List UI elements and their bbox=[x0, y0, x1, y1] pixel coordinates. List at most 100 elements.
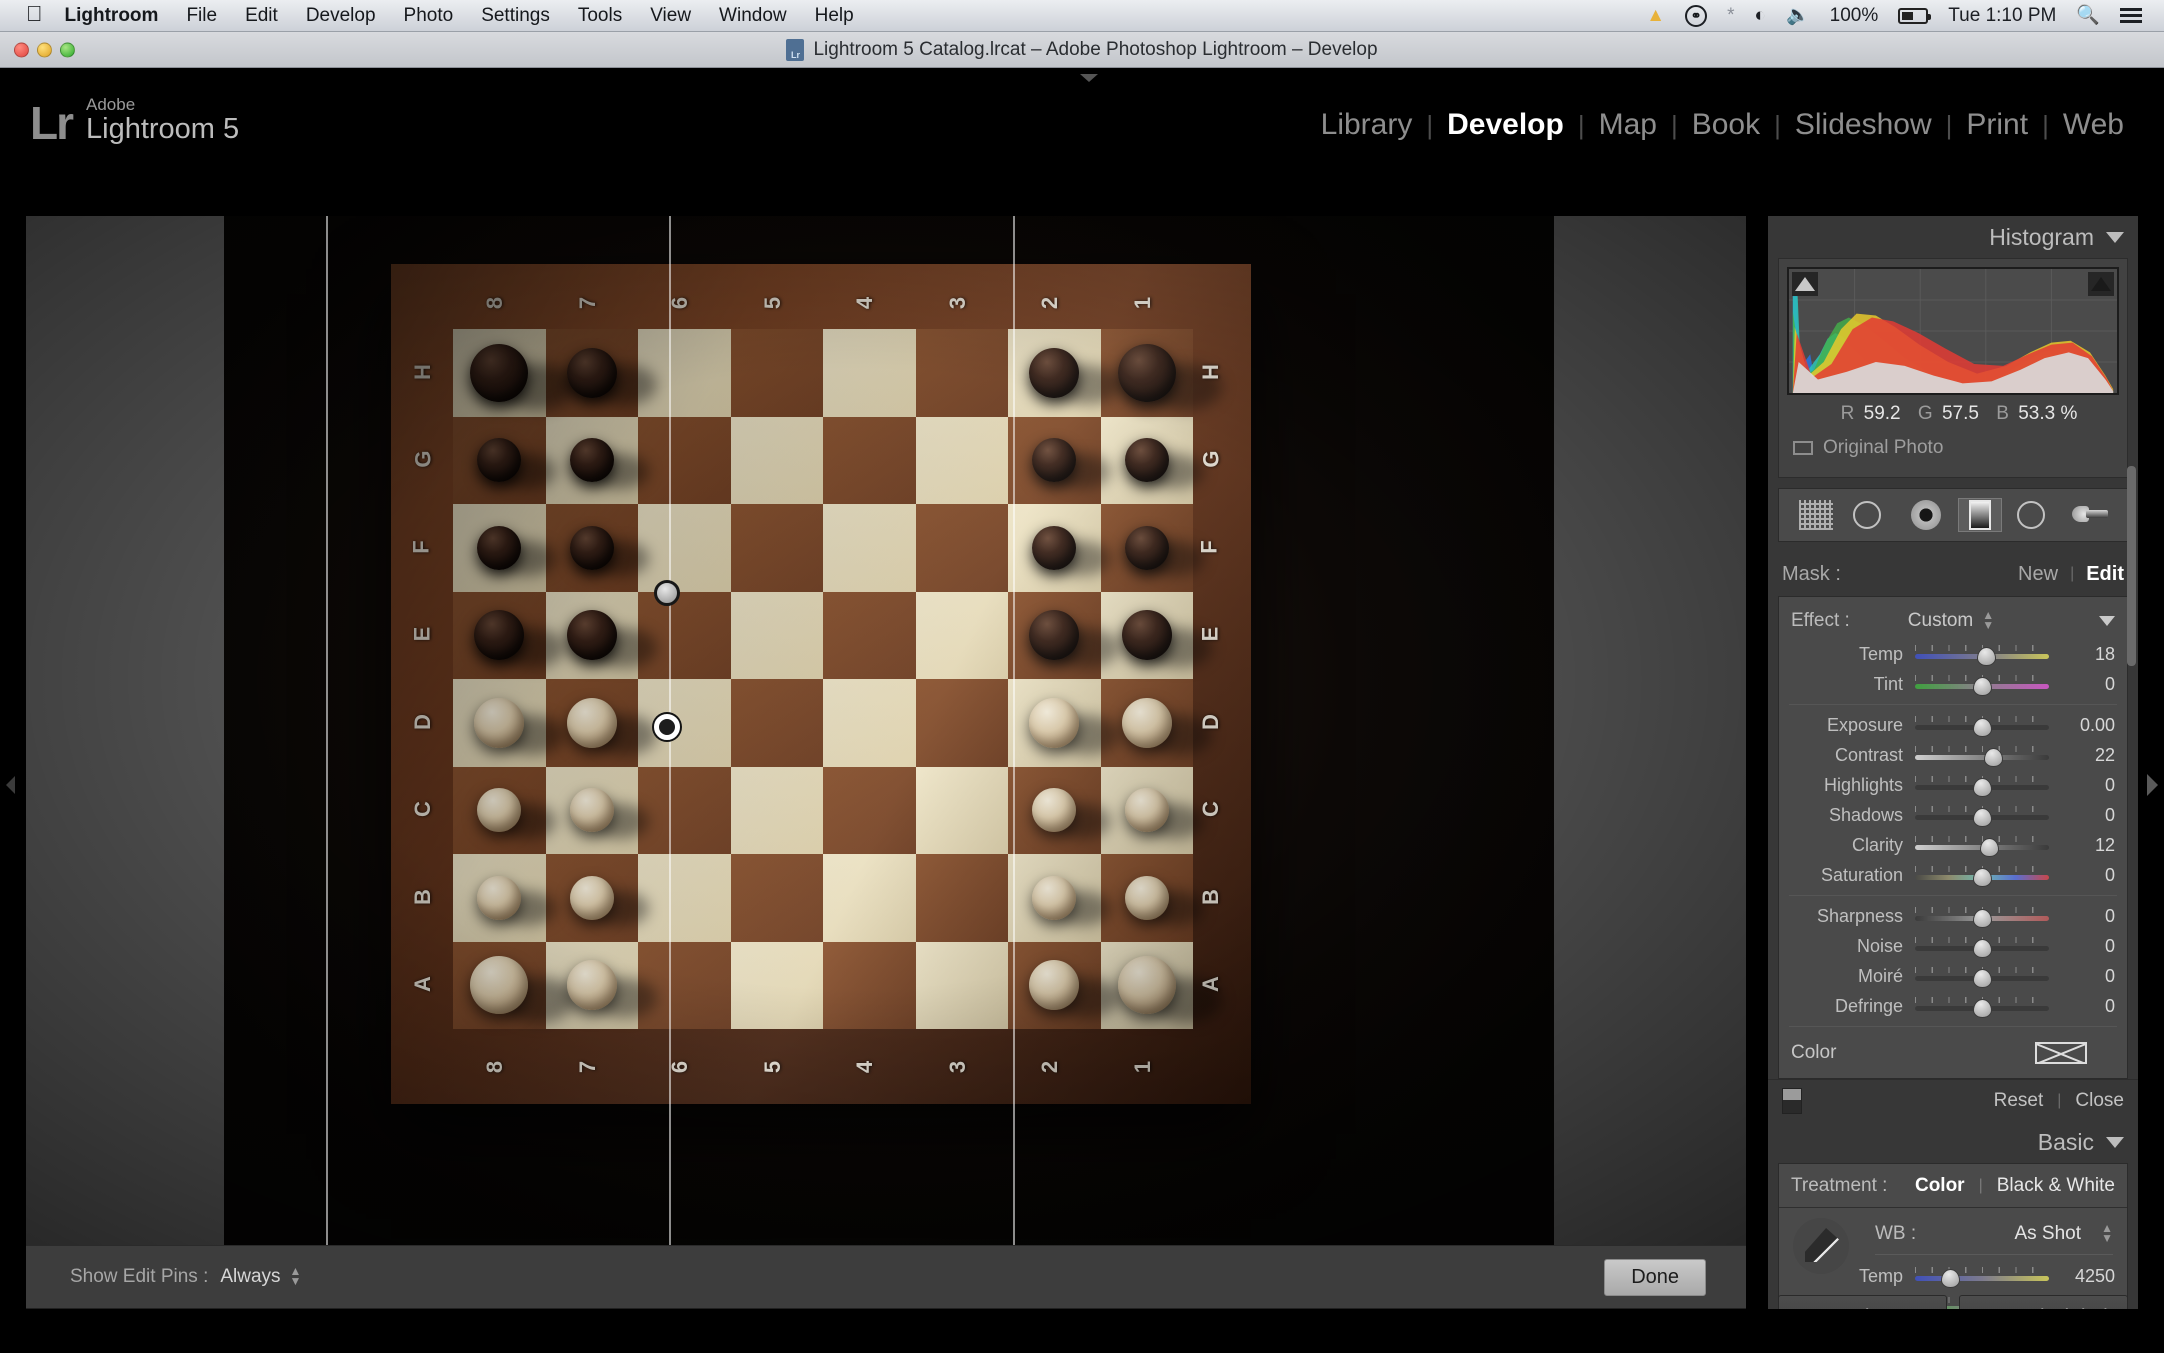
chevron-updown-icon[interactable]: ▲▼ bbox=[290, 1267, 302, 1286]
slider-track[interactable] bbox=[1915, 966, 2049, 986]
module-develop[interactable]: Develop bbox=[1433, 108, 1578, 142]
slider-knob[interactable] bbox=[1973, 718, 1992, 737]
slider-track[interactable] bbox=[1915, 644, 2049, 664]
wb-value[interactable]: As Shot bbox=[2014, 1223, 2081, 1245]
spot-removal-tool[interactable] bbox=[1849, 498, 1893, 532]
module-web[interactable]: Web bbox=[2049, 108, 2138, 142]
wifi-icon[interactable]: ◐ bbox=[1754, 6, 1765, 25]
histogram-plot[interactable] bbox=[1787, 267, 2119, 395]
slider-track[interactable] bbox=[1915, 1266, 2049, 1286]
shadow-clipping-indicator[interactable] bbox=[1792, 272, 1818, 296]
effect-toggle-switch-icon[interactable] bbox=[1782, 1088, 1802, 1114]
menu-item-edit[interactable]: Edit bbox=[245, 5, 278, 27]
chevron-updown-icon[interactable]: ▲▼ bbox=[2101, 1224, 2113, 1243]
apple-icon[interactable]:  bbox=[26, 3, 43, 25]
close-window-button[interactable] bbox=[14, 42, 29, 57]
radial-filter-tool[interactable] bbox=[2013, 498, 2057, 532]
chevron-down-icon[interactable] bbox=[2106, 1137, 2124, 1148]
effect-reset-button[interactable]: Reset bbox=[1994, 1090, 2044, 1112]
menu-item-settings[interactable]: Settings bbox=[481, 5, 550, 27]
slider-knob[interactable] bbox=[1941, 1269, 1960, 1288]
menu-item-file[interactable]: File bbox=[186, 5, 217, 27]
red-eye-correction-tool[interactable] bbox=[1904, 498, 1948, 532]
histogram-panel-header[interactable]: Histogram bbox=[1768, 216, 2138, 258]
slider-knob[interactable] bbox=[1973, 999, 1992, 1018]
menu-item-photo[interactable]: Photo bbox=[404, 5, 454, 27]
module-library[interactable]: Library bbox=[1307, 108, 1427, 142]
right-panel-scrollbar[interactable] bbox=[2127, 466, 2136, 666]
slider-knob[interactable] bbox=[1977, 647, 1996, 666]
slider-knob[interactable] bbox=[1973, 939, 1992, 958]
chevron-updown-icon[interactable]: ▲▼ bbox=[1982, 611, 1994, 630]
edit-pin-unselected[interactable] bbox=[654, 580, 680, 606]
right-panel-toggle[interactable] bbox=[2138, 216, 2164, 1353]
photo-preview[interactable]: 8765432187654321HHGGFFEEDDCCBBAA bbox=[26, 216, 1746, 1245]
done-button[interactable]: Done bbox=[1604, 1259, 1706, 1296]
chevron-down-icon[interactable] bbox=[2099, 616, 2115, 626]
original-photo-row[interactable]: Original Photo bbox=[1787, 429, 2119, 469]
mask-new-button[interactable]: New bbox=[2018, 563, 2058, 586]
slider-track[interactable] bbox=[1915, 775, 2049, 795]
white-balance-eyedropper-icon[interactable] bbox=[1793, 1218, 1849, 1274]
chevron-down-icon[interactable] bbox=[2106, 232, 2124, 243]
slider-sharpness[interactable]: Sharpness0 bbox=[1779, 901, 2127, 931]
slider-knob[interactable] bbox=[1984, 748, 2003, 767]
basic-panel-header[interactable]: Basic bbox=[1768, 1121, 2138, 1163]
slider-track[interactable] bbox=[1915, 865, 2049, 885]
warning-triangle-icon[interactable]: ▲ bbox=[1646, 6, 1665, 25]
slider-knob[interactable] bbox=[1973, 969, 1992, 988]
module-book[interactable]: Book bbox=[1678, 108, 1774, 142]
effect-color-swatch[interactable] bbox=[2035, 1042, 2087, 1064]
slider-knob[interactable] bbox=[1973, 868, 1992, 887]
battery-icon[interactable] bbox=[1898, 8, 1928, 24]
crop-overlay-tool[interactable] bbox=[1794, 498, 1838, 532]
creative-cloud-icon[interactable]: ⚭ bbox=[1685, 5, 1707, 27]
menu-item-help[interactable]: Help bbox=[815, 5, 854, 27]
slider-knob[interactable] bbox=[1973, 808, 1992, 827]
menu-item-view[interactable]: View bbox=[650, 5, 691, 27]
menu-item-lightroom[interactable]: Lightroom bbox=[65, 5, 159, 27]
slider-defringe[interactable]: Defringe0 bbox=[1779, 991, 2127, 1021]
slider-track[interactable] bbox=[1915, 715, 2049, 735]
slider-track[interactable] bbox=[1915, 835, 2049, 855]
slider-track[interactable] bbox=[1915, 805, 2049, 825]
slider-noise[interactable]: Noise0 bbox=[1779, 931, 2127, 961]
slider-exposure[interactable]: Exposure0.00 bbox=[1779, 710, 2127, 740]
slider-track[interactable] bbox=[1915, 996, 2049, 1016]
slider-knob[interactable] bbox=[1973, 778, 1992, 797]
slider-saturation[interactable]: Saturation0 bbox=[1779, 860, 2127, 890]
menu-item-tools[interactable]: Tools bbox=[578, 5, 622, 27]
search-icon[interactable]: 🔍 bbox=[2076, 6, 2100, 25]
slider-track[interactable] bbox=[1915, 674, 2049, 694]
graduated-filter-tool[interactable] bbox=[1958, 498, 2002, 532]
module-slideshow[interactable]: Slideshow bbox=[1781, 108, 1946, 142]
treatment-color-option[interactable]: Color bbox=[1915, 1175, 1965, 1197]
menu-item-window[interactable]: Window bbox=[719, 5, 787, 27]
slider-clarity[interactable]: Clarity12 bbox=[1779, 830, 2127, 860]
adjustment-brush-tool[interactable] bbox=[2068, 498, 2112, 532]
window-controls[interactable] bbox=[14, 42, 75, 57]
minimize-window-button[interactable] bbox=[37, 42, 52, 57]
left-panel-toggle[interactable] bbox=[0, 216, 26, 1353]
identity-plate[interactable]: Lr Adobe Lightroom 5 bbox=[30, 96, 239, 144]
slider-temp[interactable]: Temp18 bbox=[1779, 639, 2127, 669]
slider-track[interactable] bbox=[1915, 745, 2049, 765]
edit-pin-selected[interactable] bbox=[654, 714, 680, 740]
slider-moir[interactable]: Moiré0 bbox=[1779, 961, 2127, 991]
zoom-window-button[interactable] bbox=[60, 42, 75, 57]
slider-knob[interactable] bbox=[1973, 677, 1992, 696]
effect-close-button[interactable]: Close bbox=[2075, 1090, 2124, 1112]
menubar-clock[interactable]: Tue 1:10 PM bbox=[1948, 6, 2056, 25]
module-map[interactable]: Map bbox=[1585, 108, 1671, 142]
slider-knob[interactable] bbox=[1973, 909, 1992, 928]
slider-knob[interactable] bbox=[1980, 838, 1999, 857]
image-stage[interactable]: 8765432187654321HHGGFFEEDDCCBBAA bbox=[26, 216, 1746, 1245]
notification-center-icon[interactable] bbox=[2120, 5, 2142, 26]
module-print[interactable]: Print bbox=[1952, 108, 2042, 142]
slider-highlights[interactable]: Highlights0 bbox=[1779, 770, 2127, 800]
highlight-clipping-indicator[interactable] bbox=[2088, 272, 2114, 296]
effect-preset-value[interactable]: Custom bbox=[1908, 610, 1973, 632]
volume-icon[interactable]: 🔈 bbox=[1786, 6, 1810, 25]
show-edit-pins-value[interactable]: Always bbox=[220, 1266, 280, 1288]
slider-track[interactable] bbox=[1915, 906, 2049, 926]
